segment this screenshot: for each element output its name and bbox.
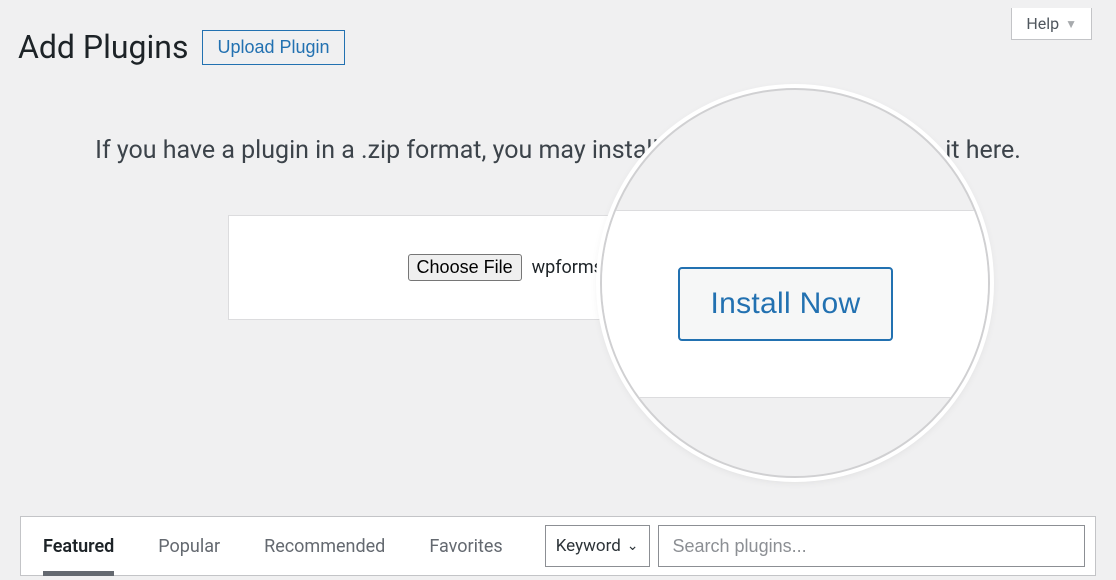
tab-popular[interactable]: Popular bbox=[136, 517, 242, 575]
upload-plugin-button[interactable]: Upload Plugin bbox=[202, 30, 344, 65]
install-now-button[interactable]: Install Now bbox=[678, 267, 892, 341]
page-title: Add Plugins bbox=[18, 28, 188, 66]
help-label: Help bbox=[1026, 14, 1059, 33]
search-type-select[interactable]: Keyword ⌄ bbox=[545, 525, 650, 567]
help-tab[interactable]: Help ▼ bbox=[1011, 8, 1092, 40]
zoom-lens: Install Now bbox=[600, 88, 990, 478]
plugin-filter-bar: Featured Popular Recommended Favorites K… bbox=[20, 516, 1096, 576]
chevron-down-icon: ▼ bbox=[1065, 17, 1077, 31]
tab-featured[interactable]: Featured bbox=[21, 517, 136, 575]
tab-recommended[interactable]: Recommended bbox=[242, 517, 407, 575]
zoom-lens-content: Install Now bbox=[600, 210, 988, 398]
choose-file-button[interactable]: Choose File bbox=[408, 254, 522, 281]
tab-favorites[interactable]: Favorites bbox=[407, 517, 524, 575]
chevron-down-icon: ⌄ bbox=[627, 538, 639, 554]
page-heading-row: Add Plugins Upload Plugin bbox=[0, 0, 1116, 76]
search-type-label: Keyword bbox=[556, 536, 621, 556]
filter-tabs: Featured Popular Recommended Favorites bbox=[21, 517, 525, 575]
search-plugins-input[interactable] bbox=[658, 525, 1085, 567]
